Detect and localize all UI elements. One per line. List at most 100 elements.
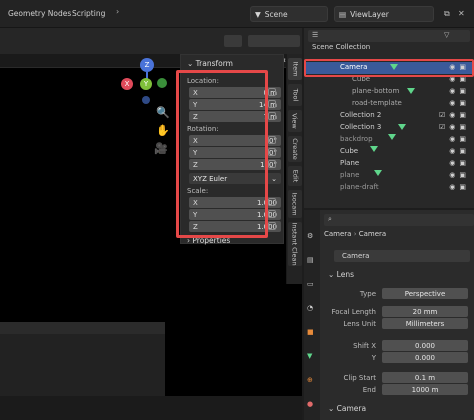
- view-layer-icon: ▤: [339, 9, 347, 19]
- outliner-row-plane[interactable]: Plane ◉ ▣: [304, 158, 474, 170]
- search-icon: ⌕: [328, 215, 332, 223]
- breadcrumb: Camera › Camera: [324, 230, 387, 238]
- camera-icon: ▣: [459, 183, 466, 191]
- eye-icon: ◉: [449, 183, 456, 191]
- physics-tab-icon[interactable]: ●: [307, 400, 313, 408]
- outliner-row-plane-lower[interactable]: plane ◉ ▣: [304, 170, 474, 182]
- scene-cube-top-face: [0, 322, 165, 334]
- shift-x-field[interactable]: 0.000: [382, 340, 468, 351]
- collapse-icon: ⌄: [187, 59, 196, 68]
- tab-edit[interactable]: Edit: [288, 166, 302, 186]
- outliner-row-plane-draft[interactable]: plane-draft ◉ ▣: [304, 182, 474, 194]
- lens-type-select[interactable]: Perspective: [382, 288, 468, 299]
- eye-icon: ◉: [449, 123, 456, 131]
- lens-unit-select[interactable]: Millimeters: [382, 318, 468, 329]
- type-label: Type: [359, 290, 376, 298]
- pan-hand-icon[interactable]: ✋: [156, 124, 170, 137]
- clip-end-field[interactable]: 1000 m: [382, 384, 468, 395]
- lock-icon[interactable]: [268, 222, 276, 230]
- lock-icon[interactable]: [268, 136, 276, 144]
- breadcrumb-object[interactable]: Camera: [324, 230, 351, 238]
- constraint-tab-icon[interactable]: ⊕: [307, 376, 313, 384]
- outliner-row-collection-3[interactable]: Collection 3 ☑ ◉ ▣: [304, 122, 474, 134]
- remove-icon[interactable]: ✕: [458, 9, 465, 18]
- tab-create[interactable]: Create: [288, 136, 302, 162]
- properties-tabs: ⚙ ▤ ▭ ◔ ■ ▼ ⊕ ●: [304, 210, 320, 420]
- transform-panel-title[interactable]: ⌄ Transform: [187, 59, 233, 68]
- lock-icon[interactable]: [268, 148, 276, 156]
- camera-icon: ▣: [459, 147, 466, 155]
- outliner-row-cube-2[interactable]: Cube ◉ ▣: [304, 146, 474, 158]
- lock-icon[interactable]: [268, 88, 276, 96]
- mesh-data-icon: [388, 134, 396, 142]
- eye-icon: ◉: [449, 135, 456, 143]
- camera-icon: ▣: [459, 171, 466, 179]
- properties-search-bar[interactable]: ⌕: [324, 214, 474, 226]
- zoom-icon[interactable]: 🔍: [156, 106, 170, 119]
- focal-length-field[interactable]: 20 mm: [382, 306, 468, 317]
- tabs-more-icon[interactable]: ›: [116, 7, 119, 16]
- lens-section-header[interactable]: ⌄ Lens: [328, 270, 354, 279]
- shift-y-label: Y: [371, 354, 376, 362]
- outliner-row-plane-bottom[interactable]: plane-bottom ◉ ▣: [304, 86, 474, 98]
- view-layer-selector[interactable]: ▤ ViewLayer: [334, 6, 434, 22]
- editor-type-icon[interactable]: ☰: [312, 31, 318, 39]
- camera-icon: ▣: [459, 159, 466, 167]
- shading-buttons[interactable]: [248, 35, 300, 47]
- camera-icon: ▣: [459, 111, 466, 119]
- scene-icon: ▼: [255, 9, 261, 19]
- scene-collection-label: Scene Collection: [312, 43, 371, 51]
- camera-data-tab-icon[interactable]: ▼: [307, 352, 312, 360]
- annotation-highlight-transform: [176, 70, 268, 238]
- camera-icon: ▣: [459, 135, 466, 143]
- mesh-data-icon: [370, 146, 378, 154]
- tab-instant-clean[interactable]: Instant Clean: [288, 222, 302, 266]
- scene-tab-icon[interactable]: ◔: [307, 304, 313, 312]
- shift-y-field[interactable]: 0.000: [382, 352, 468, 363]
- clip-start-field[interactable]: 0.1 m: [382, 372, 468, 383]
- eye-icon: ◉: [449, 159, 456, 167]
- breadcrumb-data[interactable]: Camera: [359, 230, 386, 238]
- copy-icon[interactable]: ⧉: [444, 9, 450, 19]
- camera-icon: ▣: [459, 99, 466, 107]
- gizmo-z-axis[interactable]: Z: [140, 58, 154, 72]
- tab-geometry-nodes[interactable]: Geometry Nodes: [8, 9, 71, 18]
- gizmo-y-axis[interactable]: Y: [140, 78, 152, 90]
- chevron-down-icon: ⌄: [271, 174, 277, 183]
- outliner-row-collection-2[interactable]: Collection 2 ☑ ◉ ▣: [304, 110, 474, 122]
- camera-icon: ▣: [459, 123, 466, 131]
- eye-icon: ◉: [449, 99, 456, 107]
- gizmo-x-axis[interactable]: X: [121, 78, 133, 90]
- datablock-name-field[interactable]: Camera: [334, 250, 470, 262]
- overlay-toggle[interactable]: [224, 35, 242, 47]
- output-tab-icon[interactable]: ▭: [307, 280, 314, 288]
- lock-icon[interactable]: [268, 198, 276, 206]
- outliner-header: ☰ ▽: [308, 30, 470, 42]
- tab-tool[interactable]: Tool: [288, 84, 302, 106]
- lock-icon[interactable]: [268, 160, 276, 168]
- camera-view-icon[interactable]: 🎥: [154, 142, 168, 155]
- tab-isocam[interactable]: Isocam: [288, 190, 302, 218]
- checkbox-icon: ☑: [438, 111, 446, 119]
- lock-icon[interactable]: [268, 112, 276, 120]
- tab-item[interactable]: Item: [288, 58, 302, 80]
- filter-icon[interactable]: ▽: [444, 31, 449, 39]
- lock-icon[interactable]: [268, 210, 276, 218]
- outliner-row-road-template[interactable]: road-template ◉ ▣: [304, 98, 474, 110]
- lock-icon[interactable]: [268, 100, 276, 108]
- tab-scripting[interactable]: Scripting: [72, 9, 105, 18]
- viewport-header: [0, 28, 302, 54]
- tab-view[interactable]: View: [288, 110, 302, 132]
- render-tab-icon[interactable]: ▤: [307, 256, 314, 264]
- scene-selector[interactable]: ▼ Scene: [250, 6, 328, 22]
- camera-section-header[interactable]: ⌄ Camera: [328, 404, 366, 413]
- tool-tab-icon[interactable]: ⚙: [307, 232, 313, 240]
- object-tab-icon[interactable]: ■: [307, 328, 314, 336]
- camera-data-icon: [398, 124, 406, 132]
- outliner-panel: ☰ ▽ Scene Collection Camera ◉ ▣ Cube ◉ ▣ p…: [304, 28, 474, 208]
- properties-main: ⌕ Camera › Camera Camera ⌄ Lens Type Per…: [320, 210, 474, 420]
- outliner-root[interactable]: Scene Collection: [304, 42, 474, 54]
- gizmo-neg-y[interactable]: [157, 78, 167, 88]
- gizmo-neg-z[interactable]: [142, 96, 150, 104]
- scene-floor: [0, 396, 302, 420]
